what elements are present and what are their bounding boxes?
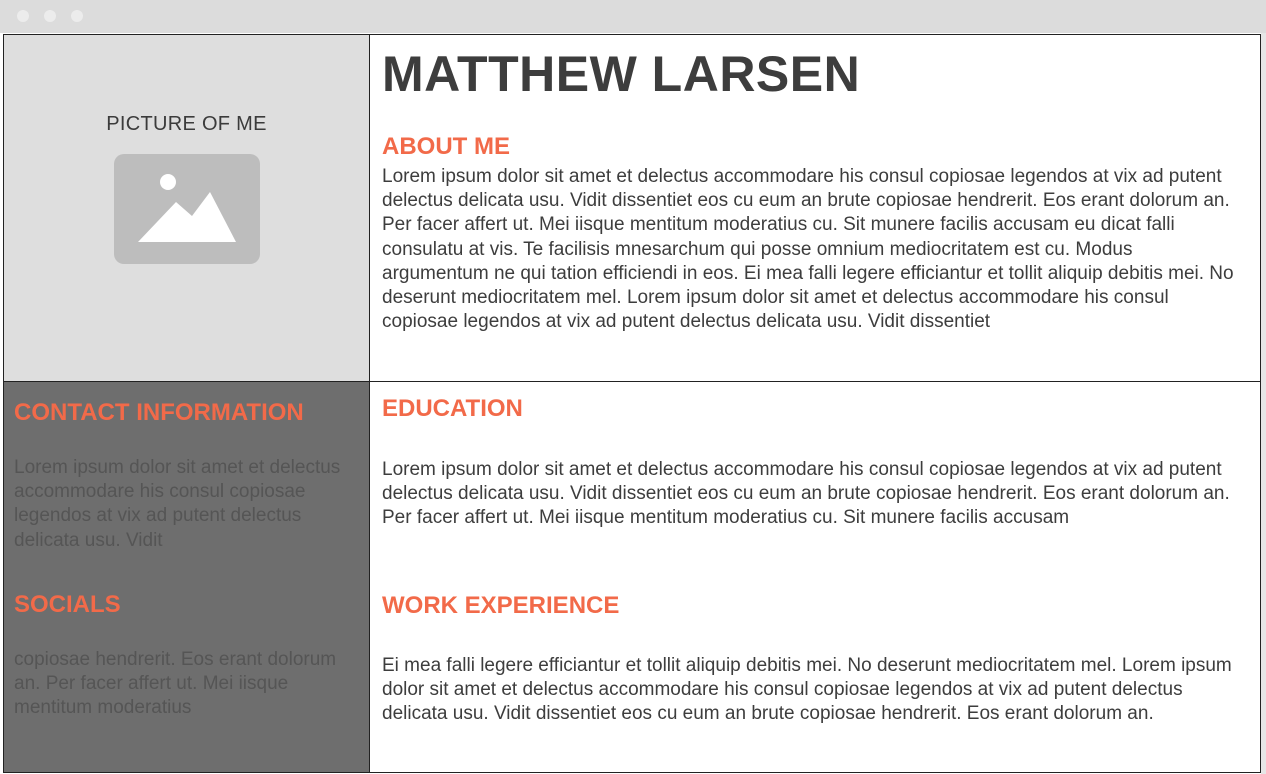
image-placeholder-icon: [114, 154, 260, 264]
education-text: Lorem ipsum dolor sit amet et delectus a…: [382, 459, 1230, 529]
socials-heading: SOCIALS: [14, 591, 121, 618]
page-title: MATTHEW LARSEN: [382, 46, 861, 102]
contact-text: Lorem ipsum dolor sit amet et delectus a…: [14, 457, 341, 551]
details-panel: EDUCATION Lorem ipsum dolor sit amet et …: [369, 381, 1261, 773]
picture-label: PICTURE OF ME: [106, 113, 267, 135]
about-panel: MATTHEW LARSEN ABOUT ME Lorem ipsum dolo…: [369, 34, 1261, 382]
work-experience-text: Ei mea falli legere efficiantur et tolli…: [382, 655, 1232, 725]
socials-text: copiosae hendrerit. Eos erant dolorum an…: [14, 649, 337, 719]
about-heading: ABOUT ME: [382, 133, 510, 160]
education-heading: EDUCATION: [382, 395, 523, 422]
contact-sidebar: CONTACT INFORMATION Lorem ipsum dolor si…: [3, 381, 369, 773]
work-experience-heading: WORK EXPERIENCE: [382, 592, 620, 619]
window-control-dot-icon[interactable]: [44, 10, 56, 22]
window-control-dot-icon[interactable]: [71, 10, 83, 22]
about-text: Lorem ipsum dolor sit amet et delectus a…: [382, 166, 1234, 333]
window-frame-edge: [1261, 33, 1266, 774]
window-title-bar: [0, 0, 1266, 33]
contact-heading: CONTACT INFORMATION: [14, 399, 304, 426]
profile-picture-panel: PICTURE OF ME: [3, 34, 369, 382]
window-control-dot-icon[interactable]: [17, 10, 29, 22]
